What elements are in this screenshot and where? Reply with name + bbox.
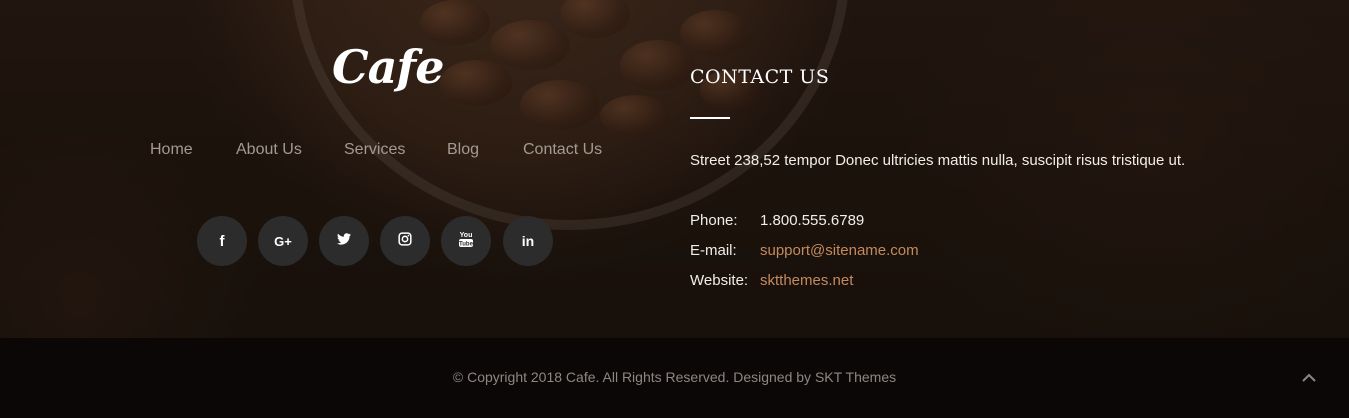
phone-label: Phone: bbox=[690, 212, 738, 229]
nav-item-services[interactable]: Services bbox=[344, 141, 405, 159]
title-underline bbox=[690, 117, 730, 119]
linkedin-icon: in bbox=[521, 233, 535, 249]
contact-title: CONTACT US bbox=[690, 66, 830, 88]
site-logo[interactable]: Cafe bbox=[332, 40, 444, 94]
google-plus-button[interactable]: G+ bbox=[258, 216, 308, 266]
instagram-icon bbox=[398, 231, 412, 251]
copyright-text: © Copyright 2018 Cafe. All Rights Reserv… bbox=[0, 369, 1349, 385]
google-plus-icon: G+ bbox=[274, 233, 292, 249]
twitter-icon bbox=[337, 232, 351, 250]
nav-item-contact-us[interactable]: Contact Us bbox=[523, 141, 602, 159]
email-link[interactable]: support@sitename.com bbox=[760, 242, 919, 259]
background-overlay bbox=[0, 0, 1349, 338]
youtube-button[interactable]: You Tube bbox=[441, 216, 491, 266]
footer-widgets: Cafe Home About Us Services Blog Contact… bbox=[0, 0, 1349, 338]
facebook-button[interactable]: f bbox=[197, 216, 247, 266]
chevron-up-icon bbox=[1301, 370, 1317, 388]
youtube-icon: You Tube bbox=[458, 230, 474, 253]
svg-text:You: You bbox=[460, 232, 473, 239]
nav-item-blog[interactable]: Blog bbox=[447, 141, 479, 159]
contact-address: Street 238,52 tempor Donec ultricies mat… bbox=[690, 152, 1186, 169]
website-link[interactable]: sktthemes.net bbox=[760, 272, 853, 289]
copyright-bar: © Copyright 2018 Cafe. All Rights Reserv… bbox=[0, 338, 1349, 418]
contact-website-row: Website: sktthemes.net bbox=[690, 272, 853, 289]
copyright-label: © Copyright 2018 Cafe. All Rights Reserv… bbox=[452, 369, 812, 385]
phone-value: 1.800.555.6789 bbox=[760, 212, 865, 229]
nav-item-home[interactable]: Home bbox=[150, 141, 193, 159]
nav-item-about-us[interactable]: About Us bbox=[236, 141, 302, 159]
contact-email-row: E-mail: support@sitename.com bbox=[690, 242, 919, 259]
contact-phone-row: Phone: 1.800.555.6789 bbox=[690, 212, 864, 229]
email-label: E-mail: bbox=[690, 242, 737, 259]
twitter-button[interactable] bbox=[319, 216, 369, 266]
facebook-icon: f bbox=[219, 232, 225, 250]
svg-text:Tube: Tube bbox=[459, 241, 474, 247]
instagram-button[interactable] bbox=[380, 216, 430, 266]
scroll-to-top-button[interactable] bbox=[1299, 369, 1319, 389]
designer-link[interactable]: SKT Themes bbox=[815, 369, 896, 385]
linkedin-button[interactable]: in bbox=[503, 216, 553, 266]
website-label: Website: bbox=[690, 272, 749, 289]
